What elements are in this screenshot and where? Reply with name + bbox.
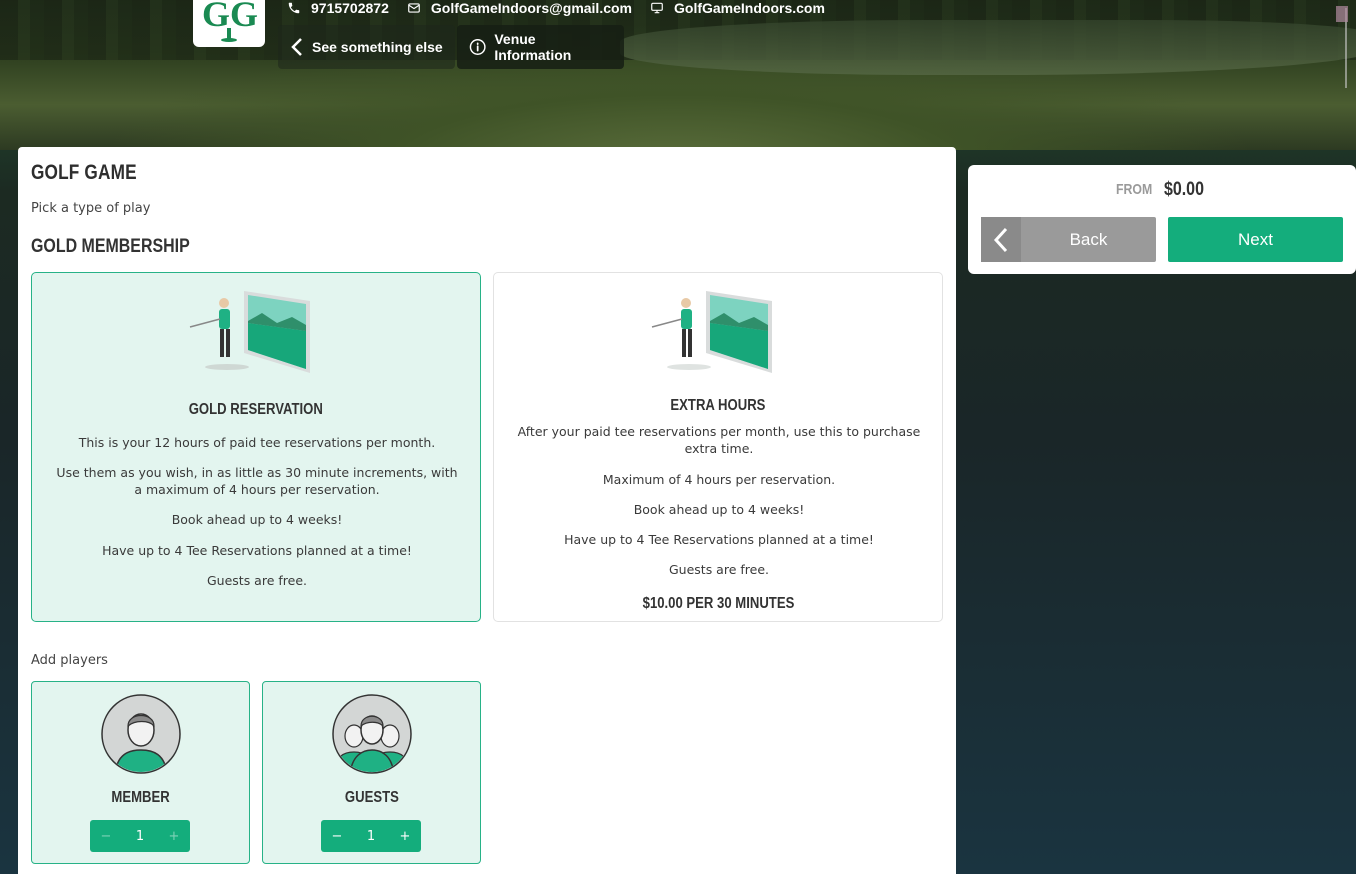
see-something-else-label: See something else [312,39,443,55]
hero-pond [620,20,1356,75]
member-avatar-icon [101,694,181,774]
back-button-label: Back [1069,229,1108,249]
contact-website[interactable]: GolfGameIndoors.com [650,0,825,16]
guests-count: 1 [366,828,376,844]
venue-information-button[interactable]: Venue Information [457,25,624,69]
venue-information-label: Venue Information [494,31,572,63]
mail-icon [408,3,420,13]
option-desc-line: Have up to 4 Tee Reservations planned at… [564,532,874,547]
option-desc-line: Use them as you wish, in as little as 30… [56,465,458,497]
section-title: GOLD MEMBERSHIP [31,236,190,257]
option-card-extra-hours[interactable]: EXTRA HOURS After your paid tee reservat… [493,272,943,622]
member-decrement-button[interactable]: − [90,820,122,852]
next-button[interactable]: Next [1168,217,1343,262]
page-title: GOLF GAME [31,161,137,184]
page-subtitle: Pick a type of play [31,201,151,216]
email-text: GolfGameIndoors@gmail.com [430,0,633,16]
back-button[interactable]: Back [981,217,1156,262]
info-icon [469,39,486,55]
option-price: $10.00 PER 30 MINUTES [642,595,794,612]
option-title: GOLD RESERVATION [188,401,324,418]
contact-email[interactable]: GolfGameIndoors@gmail.com [407,0,632,16]
option-desc-line: Have up to 4 Tee Reservations planned at… [102,543,412,558]
booking-panel: GOLF GAME Pick a type of play GOLD MEMBE… [18,147,956,874]
phone-text: 9715702872 [311,0,389,16]
golf-simulator-illustration [189,291,310,373]
option-desc-line: Guests are free. [206,573,307,588]
option-desc-line: Guests are free. [668,562,769,577]
website-text: GolfGameIndoors.com [674,0,825,16]
player-card-member: MEMBER − 1 + [31,681,250,864]
option-desc-line: Book ahead up to 4 weeks! [633,502,805,517]
add-players-label: Add players [31,653,108,668]
option-desc-line: This is your 12 hours of paid tee reserv… [78,435,436,450]
guests-decrement-button[interactable]: − [321,820,353,852]
chevron-left-icon [291,38,302,56]
total-amount: $0.00 [1164,179,1204,200]
member-count: 1 [135,828,145,844]
player-card-guests: GUESTS − 1 + [262,681,481,864]
see-something-else-button[interactable]: See something else [278,25,455,69]
option-title: EXTRA HOURS [670,397,766,414]
price-summary: FROM $0.00 Back Next [968,165,1356,274]
option-desc-line: Book ahead up to 4 weeks! [171,512,343,527]
member-increment-button[interactable]: + [158,820,190,852]
phone-icon [288,2,300,14]
option-card-gold-reservation[interactable]: GOLD RESERVATION This is your 12 hours o… [31,272,481,622]
golf-simulator-illustration [651,291,772,373]
chevron-left-icon [981,217,1021,262]
player-label: MEMBER [111,789,170,806]
guests-stepper: − 1 + [321,820,421,852]
option-desc-line: Maximum of 4 hours per reservation. [602,472,836,487]
hero-flag [1336,6,1348,22]
logo-icon: GG [202,0,258,42]
player-label: GUESTS [344,789,399,806]
contact-bar: 9715702872 GolfGameIndoors@gmail.com Gol… [287,0,825,16]
monitor-icon [651,2,663,14]
member-stepper: − 1 + [90,820,190,852]
guests-increment-button[interactable]: + [389,820,421,852]
option-desc-line: After your paid tee reservations per mon… [517,424,921,456]
contact-phone[interactable]: 9715702872 [287,0,389,16]
guests-avatar-icon [332,694,412,774]
venue-logo[interactable]: GG [193,0,265,47]
from-label: FROM [1116,181,1153,198]
